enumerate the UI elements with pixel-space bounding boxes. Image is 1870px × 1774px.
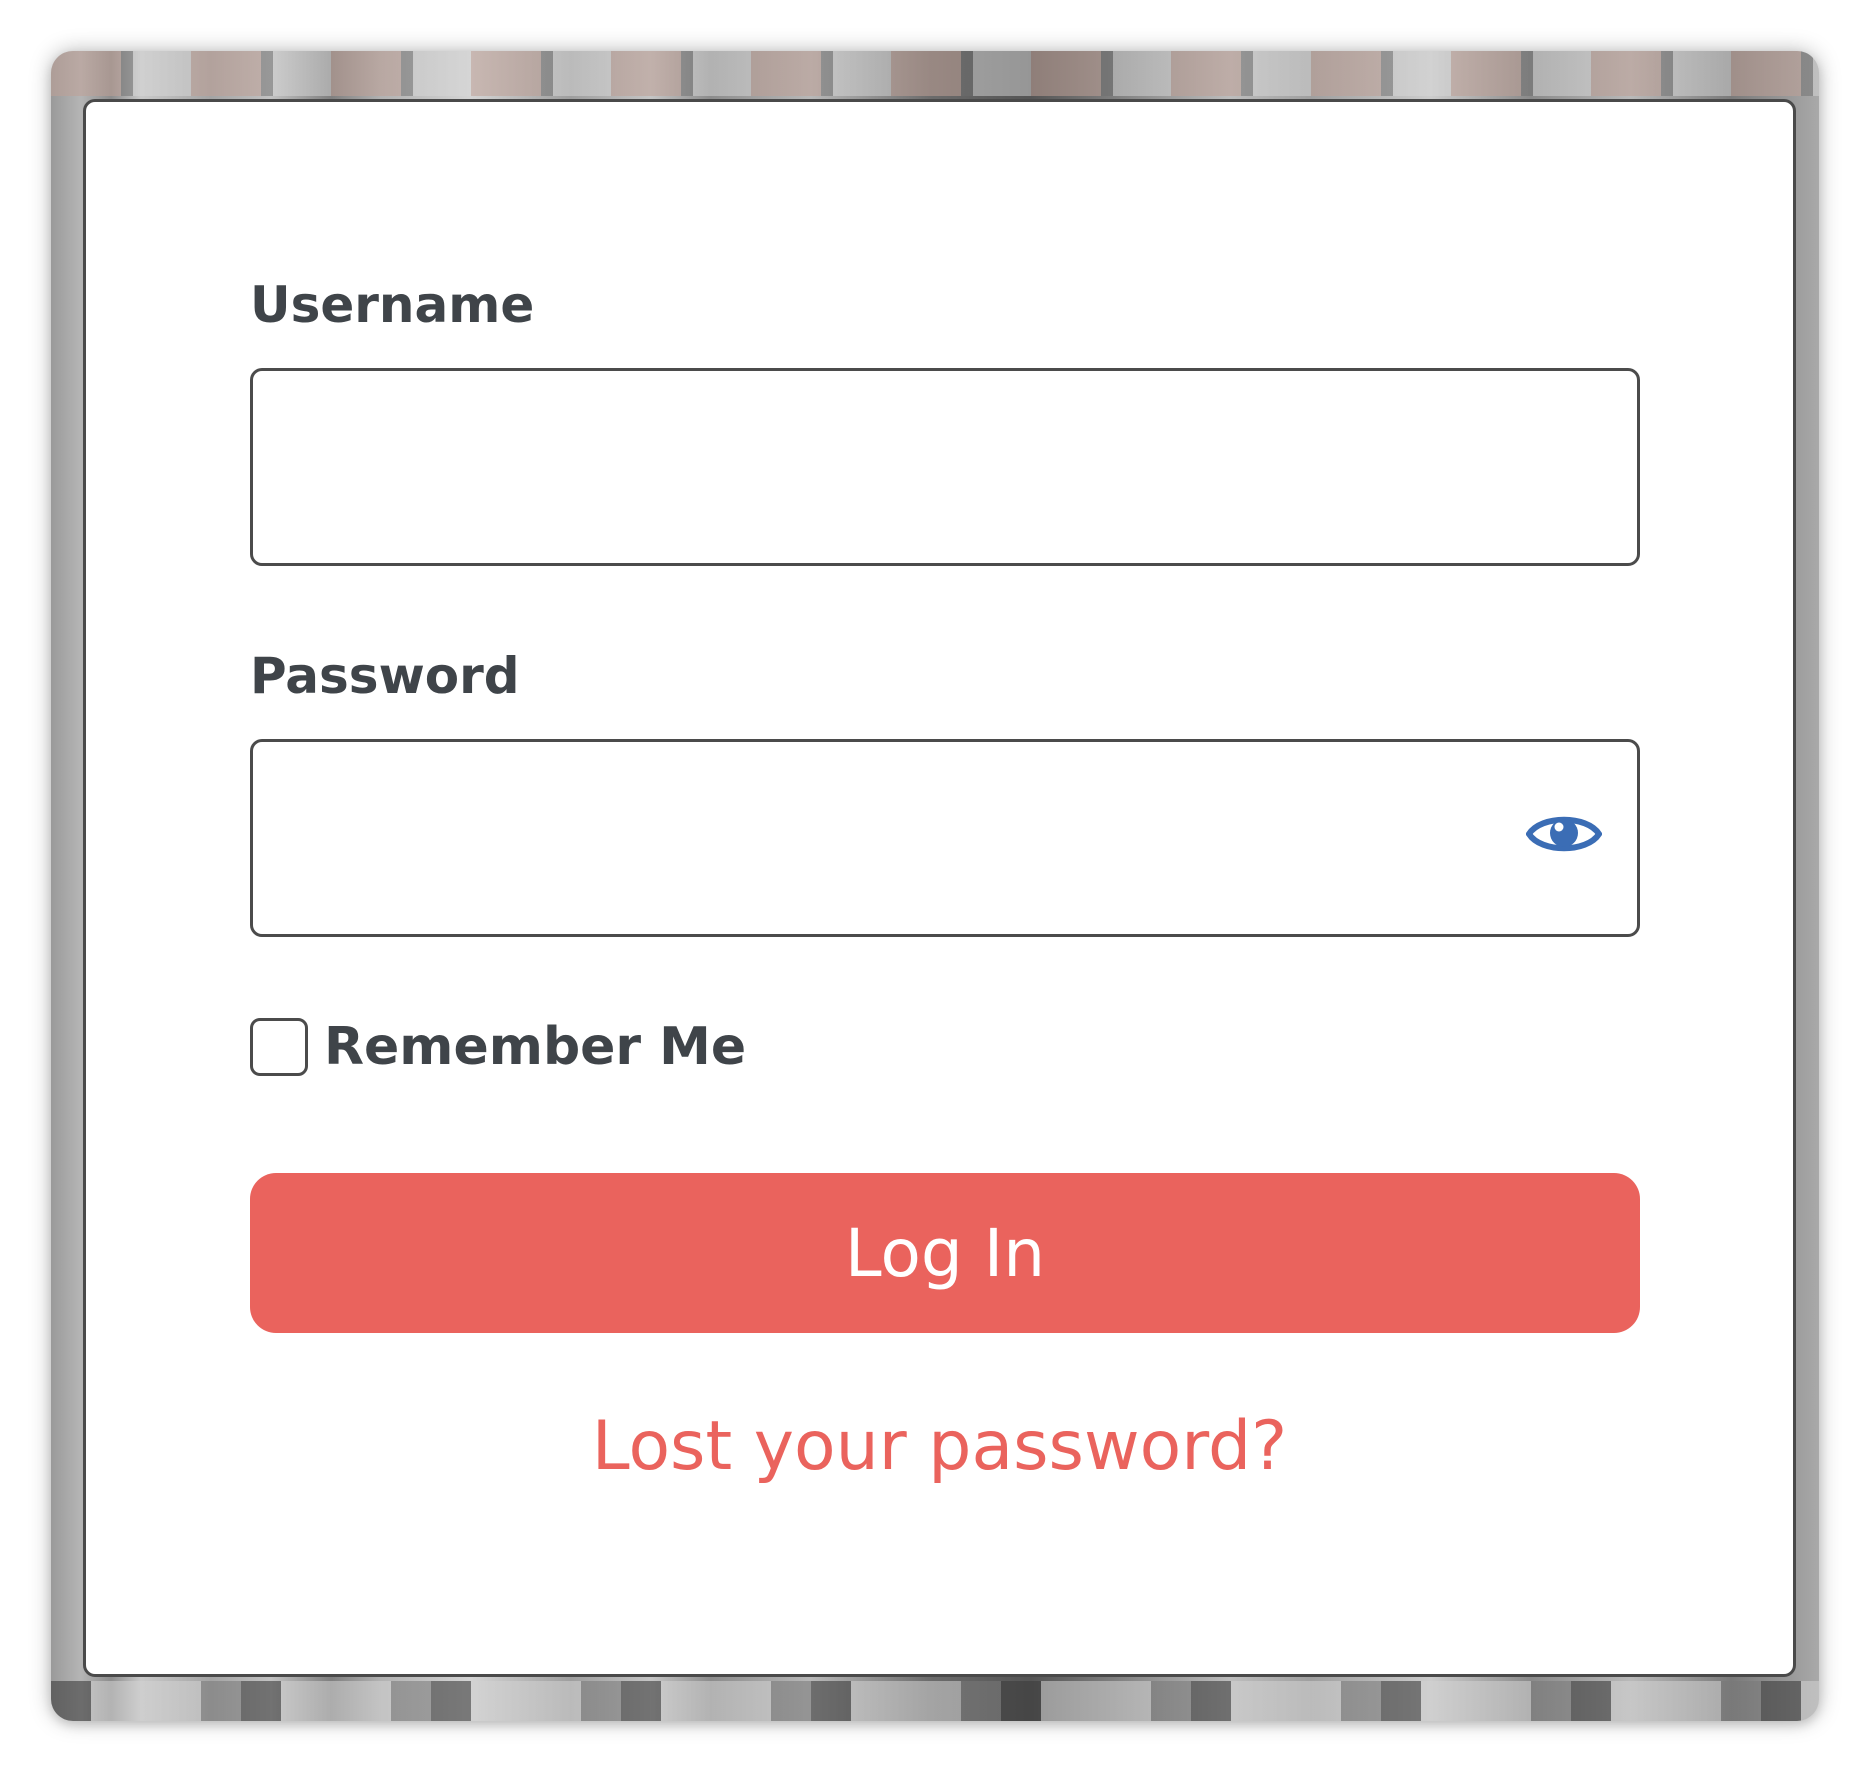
- password-field: [250, 739, 1640, 937]
- lost-password-link[interactable]: Lost your password?: [86, 1407, 1793, 1486]
- username-label: Username: [250, 276, 535, 334]
- password-input[interactable]: [250, 739, 1640, 937]
- login-button[interactable]: Log In: [250, 1173, 1640, 1333]
- background-photo: Username Password Remember Me Log In Los…: [51, 51, 1819, 1721]
- login-card: Username Password Remember Me Log In Los…: [83, 99, 1796, 1677]
- background-bottom-band: [51, 1681, 1819, 1721]
- username-input[interactable]: [250, 368, 1640, 566]
- remember-me-label[interactable]: Remember Me: [324, 1017, 746, 1077]
- background-top-band: [51, 51, 1819, 96]
- password-label: Password: [250, 647, 520, 705]
- remember-me-row[interactable]: Remember Me: [250, 1015, 746, 1079]
- remember-me-checkbox[interactable]: [250, 1018, 308, 1076]
- eye-icon[interactable]: [1526, 809, 1602, 859]
